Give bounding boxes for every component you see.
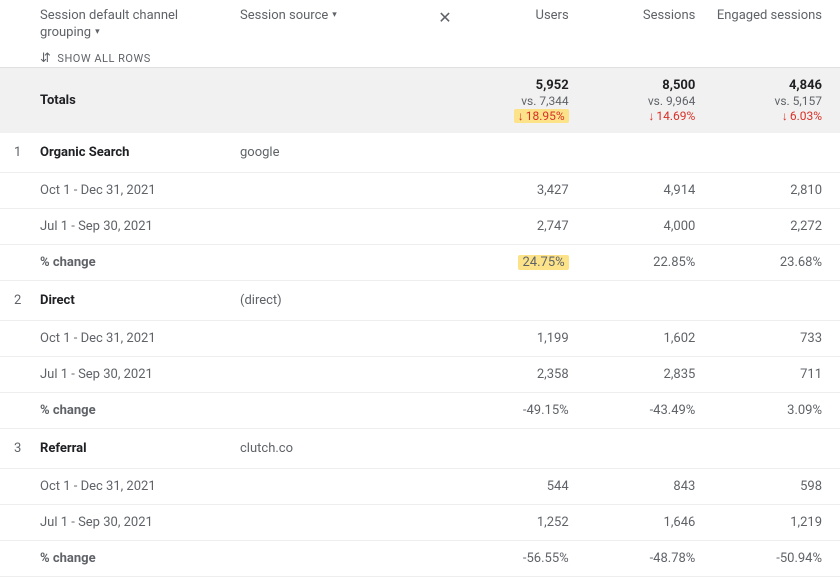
arrow-down-icon: ↓ [648,109,654,123]
table-row[interactable]: 2 Direct (direct) [0,281,840,321]
session-source: clutch.co [240,441,430,456]
arrow-down-icon: ↓ [518,109,524,123]
show-all-rows-button[interactable]: ⇵ SHOW ALL ROWS [40,52,232,65]
engaged-value: 733 [713,331,840,346]
totals-sessions-vs: vs. 9,964 [648,94,695,108]
totals-users-vs: vs. 7,344 [521,94,568,108]
period-label: Oct 1 - Dec 31, 2021 [40,479,240,494]
chevron-down-icon: ▾ [332,10,337,20]
row-index: 2 [0,293,40,308]
change-label: % change [40,255,240,270]
period-label: Oct 1 - Dec 31, 2021 [40,183,240,198]
totals-sessions: 8,500 vs. 9,964 ↓14.69% [587,78,696,123]
sessions-value: 4,914 [587,183,714,198]
users-value: 1,252 [460,515,587,530]
change-label: % change [40,551,240,566]
session-source: google [240,145,430,160]
table-row[interactable]: 3 Referral clutch.co [0,429,840,469]
sort-icon: ⇵ [40,52,51,65]
totals-users-value: 5,952 [536,78,569,93]
channel-name: Organic Search [40,145,240,160]
totals-sessions-change: ↓14.69% [648,109,695,123]
col-header-users[interactable]: Users [460,8,587,25]
engaged-change: -50.94% [713,551,840,566]
col-header-source-text: Session source [240,8,328,23]
table-row: Jul 1 - Sep 30, 2021 2,358 2,835 711 [0,357,840,393]
table-row: Oct 1 - Dec 31, 2021 1,199 1,602 733 [0,321,840,357]
totals-engaged-change: ↓6.03% [782,109,822,123]
channel-name: Referral [40,441,240,456]
period-label: Oct 1 - Dec 31, 2021 [40,331,240,346]
engaged-value: 598 [713,479,840,494]
session-source: (direct) [240,293,430,308]
engaged-value: 2,272 [713,219,840,234]
table-header-row: Session default channel grouping▾ ⇵ SHOW… [0,0,840,68]
users-value: 3,427 [460,183,587,198]
engaged-value: 1,219 [713,515,840,530]
sessions-value: 4,000 [587,219,714,234]
analytics-table: Session default channel grouping▾ ⇵ SHOW… [0,0,840,577]
totals-engaged-value: 4,846 [789,78,822,93]
col-header-sessions[interactable]: Sessions [587,8,714,25]
totals-label: Totals [40,93,240,108]
col-header-session-source[interactable]: Session source ▾ [240,8,337,23]
table-row: % change 24.75% 22.85% 23.68% [0,245,840,281]
row-index: 3 [0,441,40,456]
sessions-change: -43.49% [587,403,714,418]
sessions-value: 2,835 [587,367,714,382]
sessions-value: 1,602 [587,331,714,346]
totals-users: 5,952 vs. 7,344 ↓18.95% [460,78,569,123]
table-row: Oct 1 - Dec 31, 2021 544 843 598 [0,469,840,505]
engaged-change: 3.09% [713,403,840,418]
engaged-value: 711 [713,367,840,382]
users-change: -56.55% [460,551,587,566]
table-row[interactable]: 1 Organic Search google [0,133,840,173]
sessions-change: 22.85% [587,255,714,270]
close-icon[interactable]: ✕ [438,8,451,27]
table-row: % change -56.55% -48.78% -50.94% [0,541,840,577]
engaged-value: 2,810 [713,183,840,198]
channel-name: Direct [40,293,240,308]
sessions-value: 843 [587,479,714,494]
arrow-down-icon: ↓ [782,109,788,123]
table-row: Jul 1 - Sep 30, 2021 1,252 1,646 1,219 [0,505,840,541]
row-index: 1 [0,145,40,160]
change-label: % change [40,403,240,418]
engaged-change: 23.68% [713,255,840,270]
totals-engaged-vs: vs. 5,157 [775,94,822,108]
period-label: Jul 1 - Sep 30, 2021 [40,219,240,234]
table-row: % change -49.15% -43.49% 3.09% [0,393,840,429]
users-change: -49.15% [460,403,587,418]
period-label: Jul 1 - Sep 30, 2021 [40,367,240,382]
users-value: 2,358 [460,367,587,382]
chevron-down-icon: ▾ [95,27,100,37]
period-label: Jul 1 - Sep 30, 2021 [40,515,240,530]
users-value: 544 [460,479,587,494]
col-header-channel-text: Session default channel grouping [40,8,178,40]
col-header-engaged-sessions[interactable]: Engaged sessions [713,8,840,25]
table-row: Oct 1 - Dec 31, 2021 3,427 4,914 2,810 [0,173,840,209]
totals-row: Totals 5,952 vs. 7,344 ↓18.95% 8,500 vs.… [0,68,840,133]
col-header-channel-grouping[interactable]: Session default channel grouping▾ [40,8,232,42]
users-change: 24.75% [460,255,587,270]
totals-sessions-value: 8,500 [662,78,695,93]
sessions-value: 1,646 [587,515,714,530]
totals-engaged: 4,846 vs. 5,157 ↓6.03% [713,78,822,123]
users-value: 2,747 [460,219,587,234]
users-value: 1,199 [460,331,587,346]
show-all-rows-label: SHOW ALL ROWS [57,52,150,65]
table-row: Jul 1 - Sep 30, 2021 2,747 4,000 2,272 [0,209,840,245]
totals-users-change: ↓18.95% [514,109,569,123]
sessions-change: -48.78% [587,551,714,566]
